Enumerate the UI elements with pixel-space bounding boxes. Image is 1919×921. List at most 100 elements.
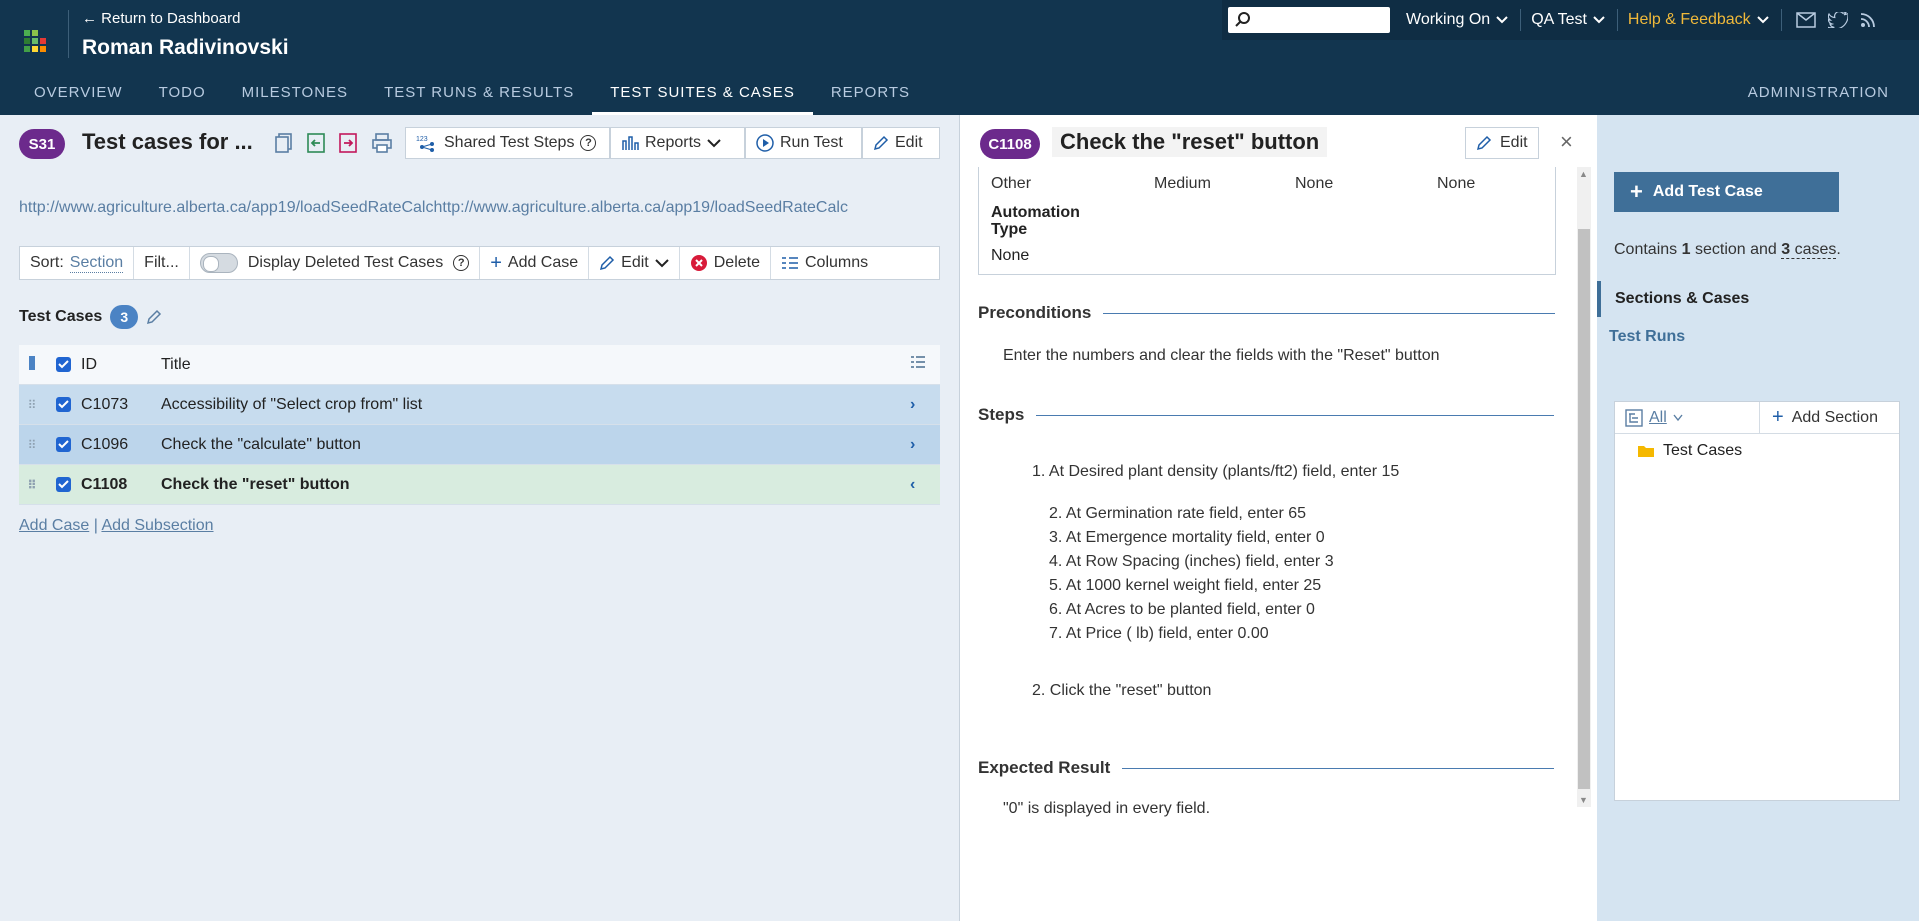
import-icon[interactable] — [304, 131, 328, 155]
working-on-dropdown[interactable]: Working On — [1406, 11, 1508, 29]
help-icon[interactable]: ? — [580, 135, 597, 151]
chevron-right-icon[interactable]: › — [910, 436, 940, 454]
reports-dropdown[interactable]: Reports — [610, 127, 745, 159]
sort-control[interactable]: Sort: Section — [20, 247, 135, 279]
table-row[interactable]: ⠿ C1096 Check the "calculate" button › — [19, 425, 940, 465]
scroll-down-icon[interactable]: ▼ — [1579, 795, 1588, 805]
tab-test-suites-cases[interactable]: TEST SUITES & CASES — [592, 76, 813, 115]
substep-item: 7. At Price ( lb) field, enter 0.00 — [1049, 625, 1269, 642]
filter-all-label: All — [1649, 408, 1667, 426]
select-section-handle[interactable] — [19, 356, 45, 373]
substep-item: 3. At Emergence mortality field, enter 0 — [1049, 529, 1325, 546]
copy-icon[interactable] — [272, 131, 296, 155]
suite-edit-button[interactable]: Edit — [862, 127, 940, 159]
row-checkbox[interactable] — [55, 397, 71, 412]
search-input[interactable] — [1228, 7, 1390, 33]
sort-value[interactable]: Section — [69, 254, 124, 273]
add-case-link[interactable]: Add Case — [19, 517, 89, 534]
add-test-case-button[interactable]: + Add Test Case — [1614, 172, 1839, 212]
project-label: QA Test — [1531, 11, 1587, 28]
detail-scrollbar[interactable]: ▲ ▼ — [1577, 167, 1591, 807]
plus-icon: + — [1772, 406, 1784, 428]
nav-test-runs[interactable]: Test Runs — [1609, 328, 1685, 346]
chevron-right-icon[interactable]: › — [910, 396, 940, 414]
add-subsection-link[interactable]: Add Subsection — [101, 517, 213, 534]
bulk-edit-dropdown[interactable]: Edit — [589, 247, 680, 279]
add-test-case-label: Add Test Case — [1652, 183, 1763, 200]
tree-node[interactable]: Test Cases — [1637, 442, 1742, 460]
tab-administration[interactable]: ADMINISTRATION — [1748, 84, 1889, 101]
tab-overview[interactable]: OVERVIEW — [0, 76, 141, 115]
preconditions-text: Enter the numbers and clear the fields w… — [1003, 347, 1440, 364]
shared-steps-label: Shared Test Steps — [444, 134, 575, 151]
display-deleted-toggle[interactable]: Display Deleted Test Cases ? — [190, 247, 481, 279]
columns-button[interactable]: Columns — [771, 247, 878, 279]
row-checkbox[interactable] — [55, 477, 71, 492]
run-test-button[interactable]: Run Test — [745, 127, 862, 159]
add-section-label: Add Section — [1791, 408, 1878, 426]
checkbox[interactable] — [55, 357, 71, 372]
drag-handle-icon[interactable]: ⠿ — [19, 478, 45, 492]
app-logo-icon[interactable] — [24, 30, 52, 58]
drag-handle-icon[interactable]: ⠿ — [19, 438, 45, 452]
contains-summary: Contains 1 section and 3 cases. — [1614, 241, 1841, 259]
tab-test-runs-results[interactable]: TEST RUNS & RESULTS — [366, 76, 592, 115]
table-row[interactable]: ⠿ C1073 Accessibility of "Select crop fr… — [19, 385, 940, 425]
row-checkbox[interactable] — [55, 437, 71, 452]
section-count: 1 — [1681, 241, 1691, 258]
case-title[interactable]: Accessibility of "Select crop from" list — [161, 396, 910, 414]
help-feedback-dropdown[interactable]: Help & Feedback — [1628, 11, 1769, 29]
heading-text: Steps — [978, 405, 1025, 424]
export-icon[interactable] — [336, 131, 360, 155]
automation-type-label: Automation Type — [991, 204, 1080, 238]
case-title[interactable]: Check the "calculate" button — [161, 436, 910, 454]
return-to-dashboard-link[interactable]: ← Return to Dashboard — [82, 10, 240, 27]
help-icon[interactable]: ? — [453, 255, 470, 271]
column-header-title[interactable]: Title — [161, 356, 910, 374]
case-count: 3 — [1781, 241, 1791, 258]
user-name: Roman Radivinovski — [82, 36, 289, 59]
twitter-icon[interactable] — [1827, 12, 1848, 28]
shared-test-steps-button[interactable]: 123 Shared Test Steps ? — [405, 127, 610, 159]
tab-todo[interactable]: TODO — [141, 76, 224, 115]
pencil-icon[interactable] — [146, 309, 162, 325]
cases-link[interactable]: cases — [1795, 241, 1837, 258]
main-nav: OVERVIEW TODO MILESTONES TEST RUNS & RES… — [0, 76, 928, 115]
close-icon[interactable]: × — [1560, 129, 1573, 155]
add-section-button[interactable]: + Add Section — [1760, 402, 1899, 433]
svg-text:123: 123 — [416, 136, 428, 143]
case-title[interactable]: Check the "reset" button — [161, 476, 910, 494]
filter-button[interactable]: Filt... — [134, 247, 190, 279]
tree-node-label: Test Cases — [1663, 442, 1743, 459]
tab-reports[interactable]: REPORTS — [813, 76, 928, 115]
select-all-checkbox[interactable] — [45, 357, 81, 372]
mail-icon[interactable] — [1795, 12, 1816, 28]
field-value: None — [1295, 175, 1334, 192]
divider — [1616, 9, 1618, 31]
add-case-button[interactable]: + Add Case — [480, 247, 590, 279]
case-detail-panel: C1108 Check the "reset" button Edit × Ot… — [959, 115, 1597, 921]
toggle-switch[interactable] — [199, 253, 238, 273]
tree-filter-dropdown[interactable]: All — [1615, 402, 1760, 433]
project-dropdown[interactable]: QA Test — [1531, 11, 1605, 29]
nav-sections-cases[interactable]: Sections & Cases — [1597, 281, 1919, 317]
chevron-left-icon[interactable]: ‹ — [910, 476, 940, 494]
rss-icon[interactable] — [1860, 12, 1876, 28]
substep-item: 4. At Row Spacing (inches) field, enter … — [1049, 553, 1334, 570]
table-row-selected[interactable]: ⠿ C1108 Check the "reset" button ‹ — [19, 465, 940, 505]
right-sidebar: + Add Test Case Contains 1 section and 3… — [1597, 115, 1919, 921]
suite-description-url[interactable]: http://www.agriculture.alberta.ca/app19/… — [19, 199, 939, 217]
column-config-icon[interactable] — [910, 355, 940, 374]
tab-milestones[interactable]: MILESTONES — [224, 76, 366, 115]
cases-table: ID Title ⠿ C1073 Accessibility of "Selec… — [19, 345, 940, 505]
delete-button[interactable]: Delete — [680, 247, 771, 279]
print-icon[interactable] — [370, 131, 394, 155]
case-edit-button[interactable]: Edit — [1465, 127, 1539, 159]
column-header-id[interactable]: ID — [81, 356, 161, 374]
field-value: Other — [991, 175, 1032, 192]
section-tree: All + Add Section Test Cases — [1614, 401, 1900, 801]
scroll-thumb[interactable] — [1578, 229, 1590, 789]
case-id-badge: C1108 — [980, 129, 1040, 159]
drag-handle-icon[interactable]: ⠿ — [19, 398, 45, 412]
scroll-up-icon[interactable]: ▲ — [1579, 169, 1588, 179]
